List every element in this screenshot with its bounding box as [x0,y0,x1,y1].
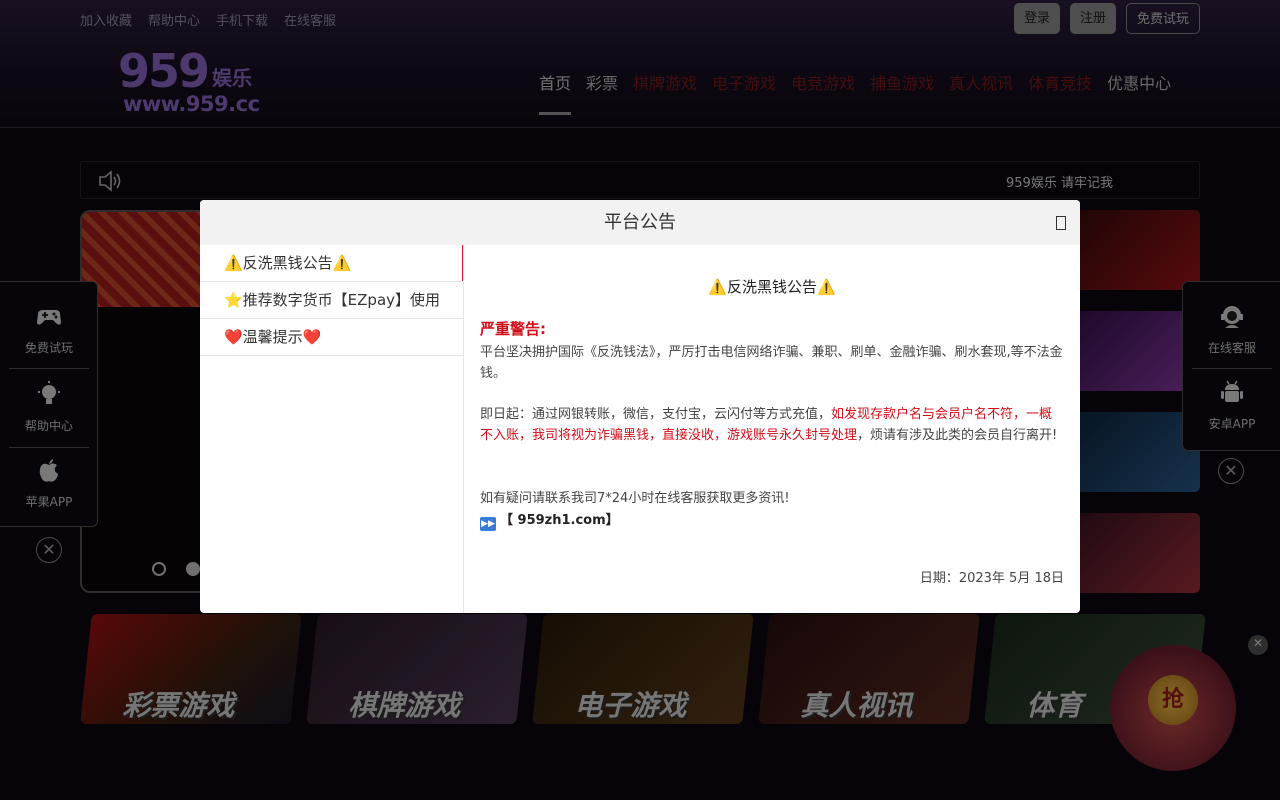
announcement-date: 日期：2023年 5月 18日 [919,571,1064,586]
tab-anti-money-laundering[interactable]: ⚠️反洗黑钱公告⚠️ [200,245,463,282]
announcement-content: ⚠️反洗黑钱公告⚠️ 严重警告: 平台坚决拥护国际《反洗钱法》，严厉打击电信网络… [480,245,1064,613]
close-icon[interactable] [1056,216,1066,230]
site-link-text: 【 959zh1.com】 [500,513,619,528]
content-title: ⚠️反洗黑钱公告⚠️ [708,278,836,296]
paragraph-2-c: ，烦请有涉及此类的会员自行离开! [857,428,1058,443]
warning-heading: 严重警告: [480,320,546,338]
modal-title: 平台公告 [604,212,676,233]
fast-forward-icon: ▶▶ [480,517,496,531]
paragraph-1: 平台坚决拥护国际《反洗钱法》，严厉打击电信网络诈骗、兼职、刷单、金融诈骗、刷水套… [480,345,1063,381]
site-link[interactable]: ▶▶ 【 959zh1.com】 [480,510,619,531]
announcement-modal: 平台公告 ⚠️反洗黑钱公告⚠️ ⭐推荐数字货币【EZpay】使用 ❤️温馨提示❤… [200,200,1080,613]
paragraph-2-a: 即日起：通过网银转账，微信，支付宝，云闪付等方式充值， [480,407,832,422]
paragraph-3: 如有疑问请联系我司7*24小时在线客服获取更多资讯! [480,491,790,506]
paragraph-2: 即日起：通过网银转账，微信，支付宝，云闪付等方式充值，如发现存款户名与会员户名不… [480,404,1064,446]
tab-warm-tips[interactable]: ❤️温馨提示❤️ [200,319,463,356]
modal-header: 平台公告 [200,200,1080,245]
announcement-tabs: ⚠️反洗黑钱公告⚠️ ⭐推荐数字货币【EZpay】使用 ❤️温馨提示❤️ [200,245,464,613]
tab-ezpay[interactable]: ⭐推荐数字货币【EZpay】使用 [200,282,463,319]
